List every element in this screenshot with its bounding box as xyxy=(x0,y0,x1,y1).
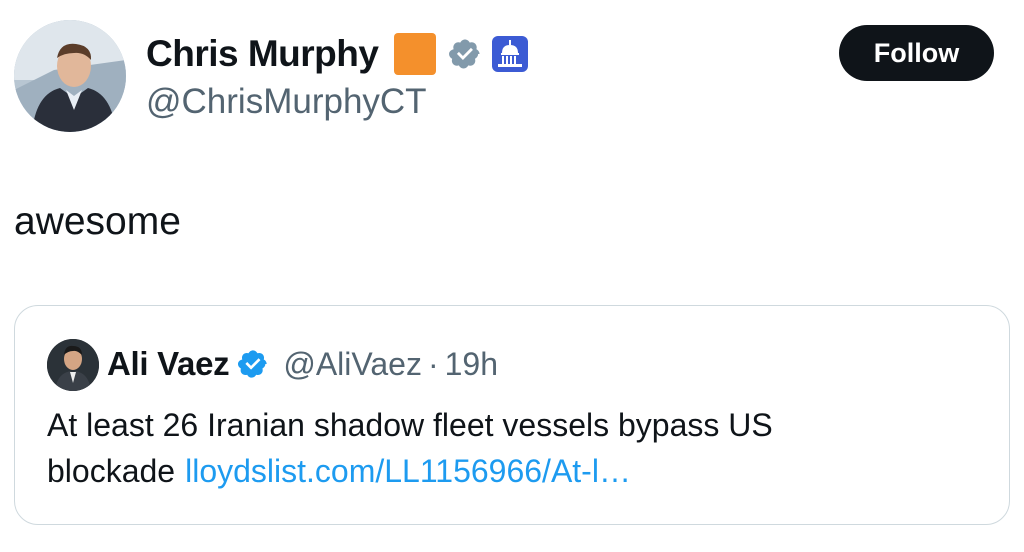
separator-dot: · xyxy=(427,345,439,382)
quoted-author-avatar-image xyxy=(47,339,99,391)
quoted-display-name[interactable]: Ali Vaez xyxy=(107,345,230,383)
verified-gray-icon[interactable] xyxy=(448,37,482,71)
quoted-tweet-link[interactable]: lloydslist.com/LL1156966/At-l… xyxy=(185,453,631,489)
quoted-timestamp[interactable]: 19h xyxy=(445,346,498,383)
author-display-name[interactable]: Chris Murphy xyxy=(146,33,379,75)
author-avatar-image xyxy=(14,20,126,132)
orange-square-icon xyxy=(392,31,438,77)
quoted-author-avatar[interactable] xyxy=(47,339,99,391)
quoted-tweet-text: At least 26 Iranian shadow fleet vessels… xyxy=(47,402,987,494)
quoted-tweet-card[interactable]: Ali Vaez @AliVaez · 19h At least 26 Iran… xyxy=(14,305,1010,525)
author-name-row: Chris Murphy xyxy=(146,30,529,78)
author-avatar[interactable] xyxy=(14,20,126,132)
verified-blue-icon[interactable] xyxy=(237,348,269,380)
government-capitol-icon[interactable] xyxy=(492,36,529,72)
author-handle[interactable]: @ChrisMurphyCT xyxy=(146,82,427,122)
quoted-handle[interactable]: @AliVaez xyxy=(283,346,422,383)
tweet-view: Chris Murphy @ChrisMurphyCT Follow aweso… xyxy=(0,0,1024,552)
follow-button[interactable]: Follow xyxy=(839,25,994,81)
tweet-text: awesome xyxy=(14,200,181,243)
quoted-header: Ali Vaez @AliVaez · 19h xyxy=(107,340,498,388)
